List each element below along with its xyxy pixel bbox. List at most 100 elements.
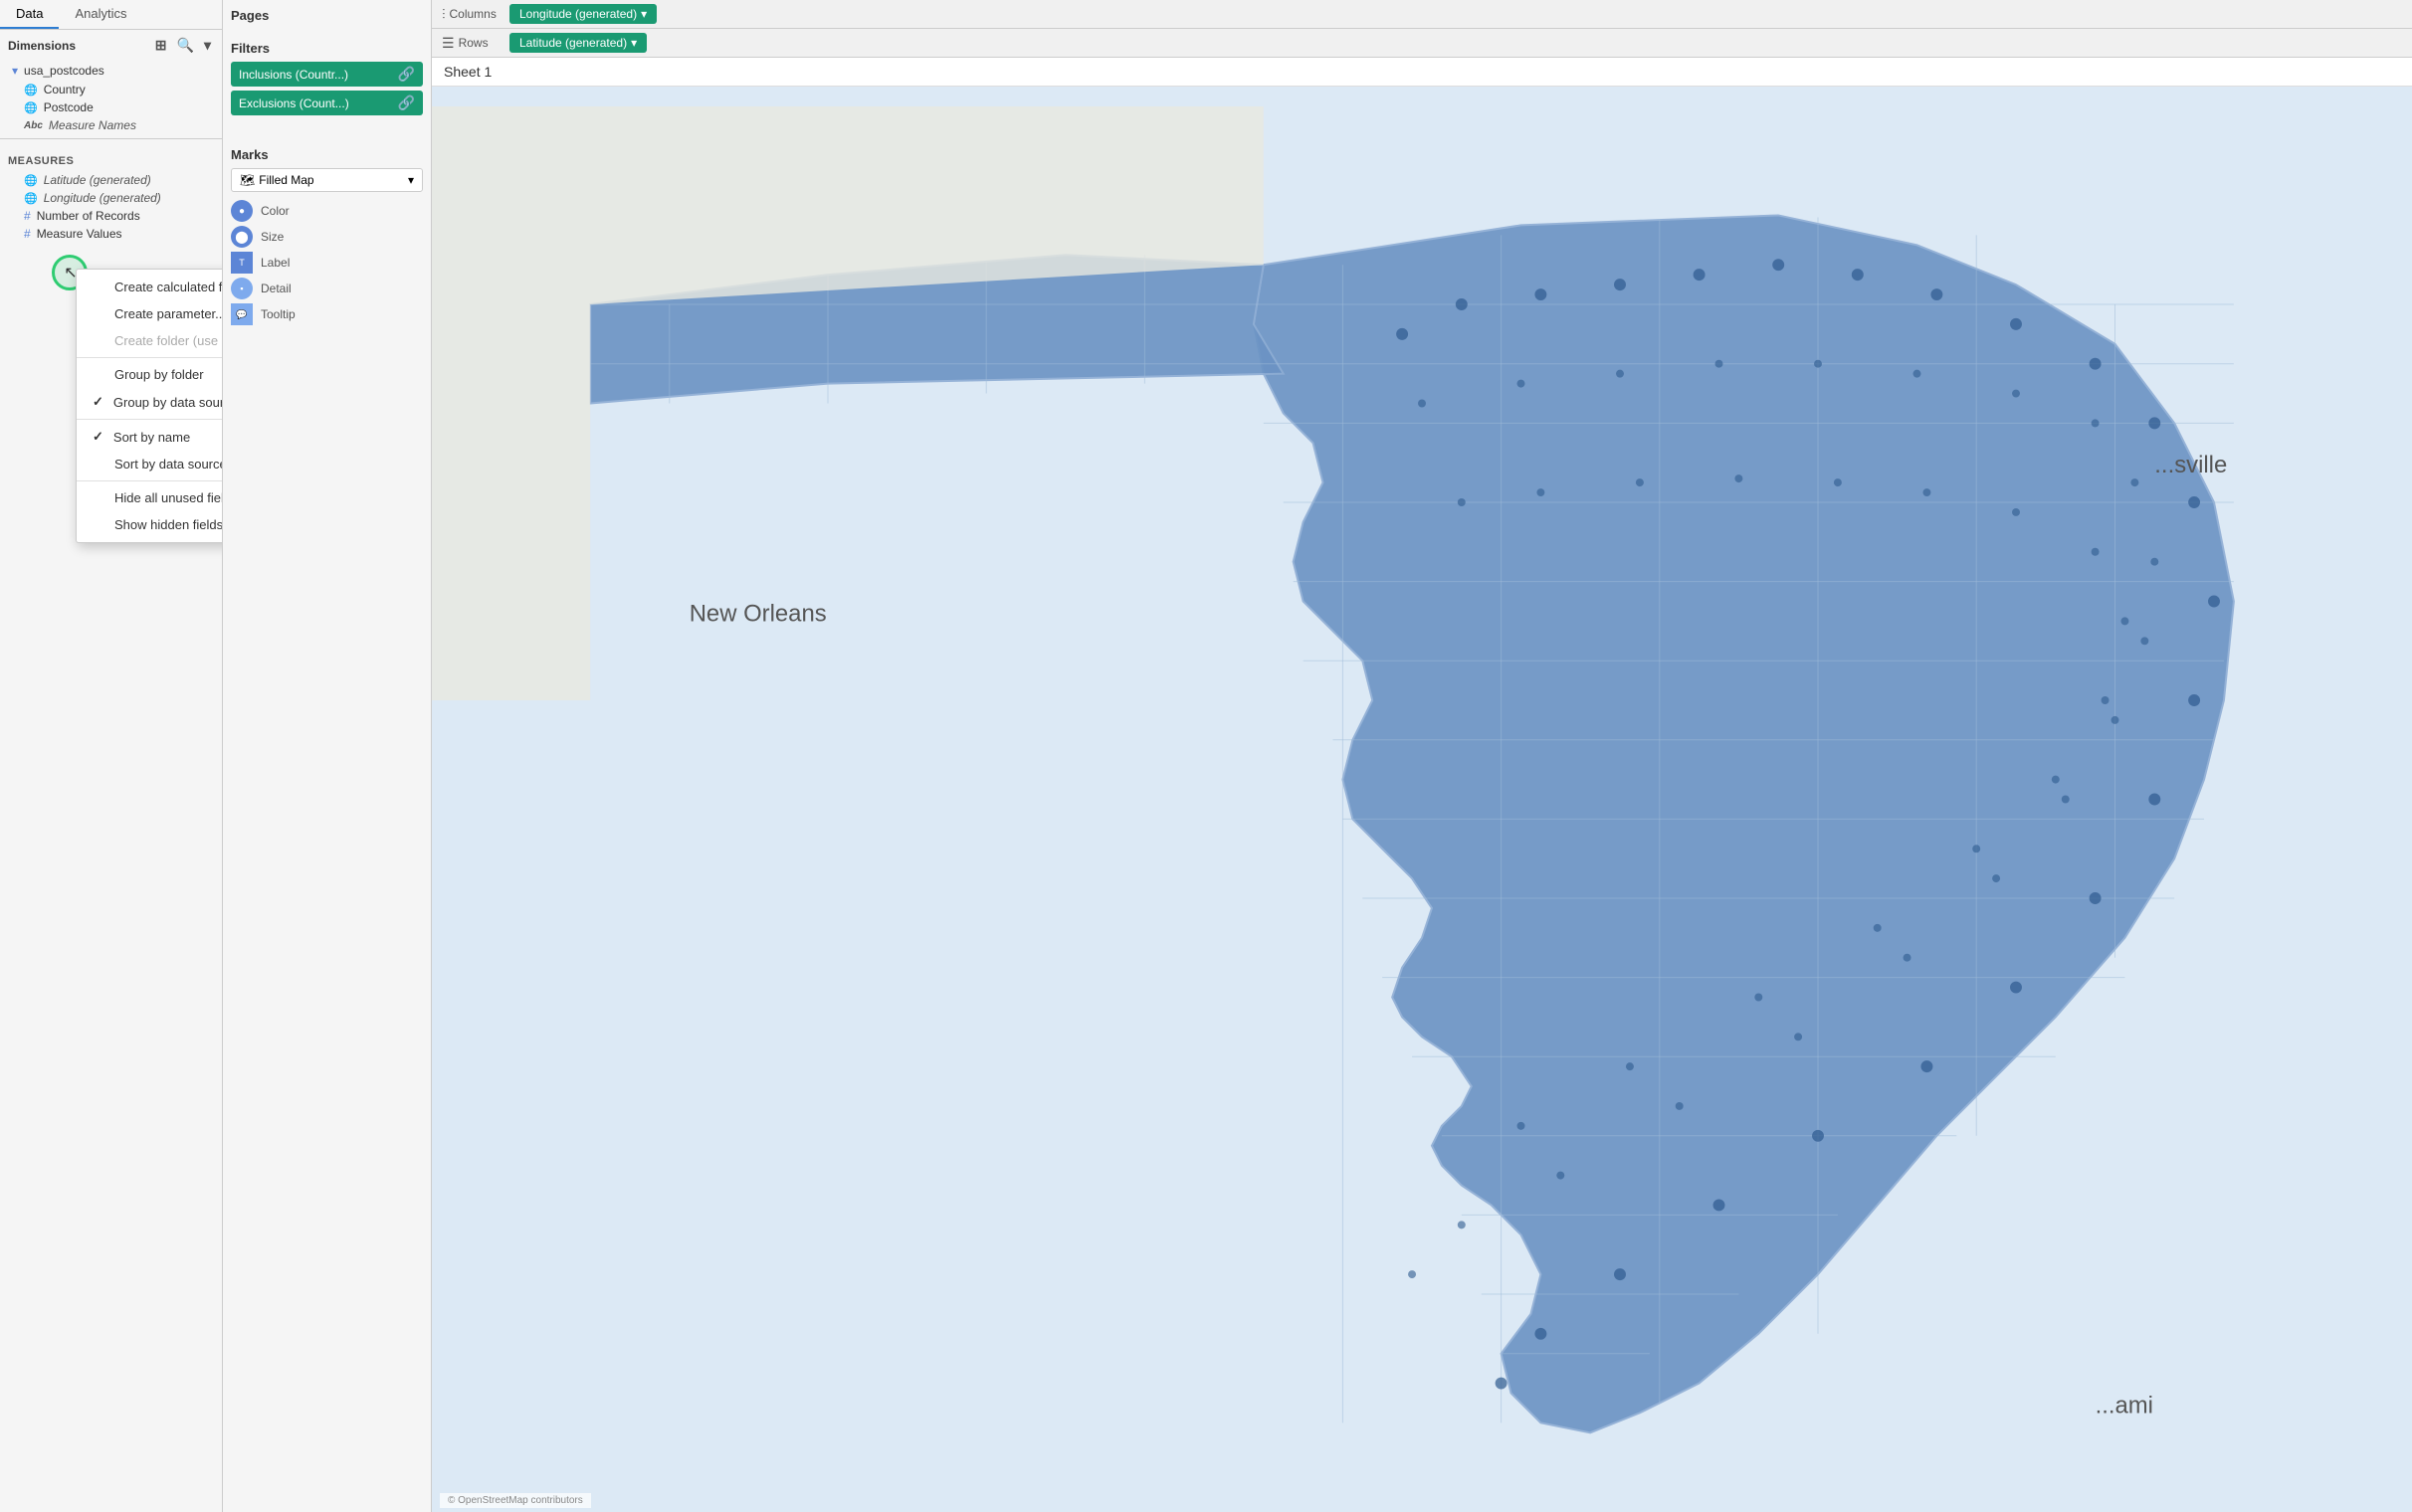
- columns-pill[interactable]: Longitude (generated) ▾: [509, 4, 657, 24]
- dropdown-icon[interactable]: ▾: [201, 36, 214, 55]
- map-container[interactable]: New Orleans ...sville ...ami © OpenStree…: [432, 87, 2412, 1512]
- menu-create-calculated[interactable]: Create calculated field...: [77, 274, 223, 300]
- left-panel: Data Analytics Dimensions ⊞ 🔍 ▾ ▾ usa_po…: [0, 0, 223, 1512]
- datasource-group[interactable]: ▾ usa_postcodes: [0, 61, 222, 81]
- globe-icon-lat: 🌐: [24, 174, 38, 187]
- columns-pill-text: Longitude (generated): [519, 7, 637, 21]
- marks-section: Marks 🗺 Filled Map ▾ ● Color ⬤ Size T La…: [231, 147, 423, 329]
- columns-pill-chevron: ▾: [641, 7, 647, 21]
- mark-detail-label: Detail: [261, 282, 292, 295]
- tab-analytics[interactable]: Analytics: [59, 0, 142, 29]
- dim-latitude-label: Latitude (generated): [44, 173, 151, 187]
- mark-type-chevron: ▾: [408, 173, 414, 187]
- mark-tooltip-label: Tooltip: [261, 307, 296, 321]
- hash-icon-records: #: [24, 209, 31, 223]
- tab-data[interactable]: Data: [0, 0, 59, 29]
- menu-show-hidden[interactable]: Show hidden fields: [77, 511, 223, 538]
- measures-header: Measures: [0, 151, 222, 171]
- menu-group-by-datasource[interactable]: Group by data source table: [77, 388, 223, 416]
- marks-label: Marks: [231, 147, 423, 162]
- filter-exclusions-link-icon: 🔗: [398, 94, 415, 111]
- dim-longitude[interactable]: 🌐 Longitude (generated): [0, 189, 222, 207]
- dim-postcode[interactable]: 🌐 Postcode: [0, 98, 222, 116]
- hash-icon-values: #: [24, 227, 31, 241]
- rows-label: ☰ Rows: [442, 35, 502, 52]
- datasource-name: usa_postcodes: [24, 64, 104, 78]
- dim-country[interactable]: 🌐 Country: [0, 81, 222, 98]
- mark-color-row: ● Color: [231, 200, 423, 222]
- dim-measure-names[interactable]: Abc Measure Names: [0, 116, 222, 134]
- filter-inclusions[interactable]: Inclusions (Countr...) 🔗: [231, 62, 423, 87]
- mark-tooltip-icon[interactable]: 💬: [231, 303, 253, 325]
- grid-view-icon[interactable]: ⊞: [152, 36, 170, 55]
- mark-tooltip-row: 💬 Tooltip: [231, 303, 423, 325]
- map-svg: New Orleans ...sville ...ami: [432, 87, 2412, 1512]
- mark-color-label: Color: [261, 204, 290, 218]
- menu-sort-by-datasource[interactable]: Sort by data source order: [77, 451, 223, 477]
- menu-create-folder-label: Create folder (use group by folder): [114, 333, 223, 348]
- rows-pill-text: Latitude (generated): [519, 36, 627, 50]
- dim-measure-values[interactable]: # Measure Values: [0, 225, 222, 243]
- menu-group-by-datasource-label: Group by data source table: [113, 395, 223, 410]
- center-panel: Pages Filters Inclusions (Countr...) 🔗 E…: [223, 0, 432, 1512]
- dim-num-records[interactable]: # Number of Records: [0, 207, 222, 225]
- context-menu: Create calculated field... Create parame…: [76, 269, 223, 543]
- menu-show-hidden-label: Show hidden fields: [114, 517, 223, 532]
- columns-shelf: ⫶ Columns Longitude (generated) ▾: [432, 0, 2412, 29]
- menu-sort-by-name[interactable]: Sort by name: [77, 423, 223, 451]
- dimensions-header: Dimensions ⊞ 🔍 ▾: [0, 30, 222, 61]
- dim-longitude-label: Longitude (generated): [44, 191, 161, 205]
- mark-size-icon[interactable]: ⬤: [231, 226, 253, 248]
- menu-create-parameter-label: Create parameter...: [114, 306, 223, 321]
- menu-create-calculated-label: Create calculated field...: [114, 280, 223, 294]
- menu-hide-unused-label: Hide all unused fields: [114, 490, 223, 505]
- filter-exclusions-text: Exclusions (Count...): [239, 96, 349, 110]
- mark-type-selector[interactable]: 🗺 Filled Map ▾: [231, 168, 423, 192]
- svg-text:New Orleans: New Orleans: [690, 600, 827, 627]
- menu-hide-unused[interactable]: Hide all unused fields: [77, 484, 223, 511]
- dim-latitude[interactable]: 🌐 Latitude (generated): [0, 171, 222, 189]
- dimensions-icons: ⊞ 🔍 ▾: [152, 36, 214, 55]
- filter-inclusions-text: Inclusions (Countr...): [239, 68, 348, 82]
- rows-pill-chevron: ▾: [631, 36, 637, 50]
- dim-country-label: Country: [44, 83, 86, 96]
- mark-size-label: Size: [261, 230, 284, 244]
- map-footer: © OpenStreetMap contributors: [440, 1493, 591, 1508]
- dim-postcode-label: Postcode: [44, 100, 94, 114]
- mark-detail-row: ▪ Detail: [231, 278, 423, 299]
- pages-section: Pages: [231, 8, 423, 29]
- menu-create-parameter[interactable]: Create parameter...: [77, 300, 223, 327]
- globe-icon-country: 🌐: [24, 84, 38, 96]
- menu-group-by-folder-label: Group by folder: [114, 367, 204, 382]
- filter-inclusions-link-icon: 🔗: [398, 66, 415, 83]
- filters-section: Filters Inclusions (Countr...) 🔗 Exclusi…: [231, 41, 423, 119]
- filters-label: Filters: [231, 41, 423, 56]
- right-panel: ⫶ Columns Longitude (generated) ▾ ☰ Rows…: [432, 0, 2412, 1512]
- menu-sort-by-datasource-label: Sort by data source order: [114, 457, 223, 472]
- dim-measure-values-label: Measure Values: [37, 227, 122, 241]
- svg-text:...sville: ...sville: [2154, 452, 2227, 478]
- search-icon[interactable]: 🔍: [174, 36, 197, 55]
- mark-detail-icon[interactable]: ▪: [231, 278, 253, 299]
- mark-label-icon[interactable]: T: [231, 252, 253, 274]
- columns-label: ⫶ Columns: [442, 6, 502, 23]
- columns-label-text: Columns: [450, 7, 497, 21]
- datasource-icon: ▾: [12, 64, 18, 78]
- panel-tabs: Data Analytics: [0, 0, 222, 30]
- rows-shelf: ☰ Rows Latitude (generated) ▾: [432, 29, 2412, 58]
- abc-icon: Abc: [24, 120, 43, 131]
- mark-label-label: Label: [261, 256, 290, 270]
- rows-label-text: Rows: [459, 36, 489, 50]
- menu-group-by-folder[interactable]: Group by folder: [77, 361, 223, 388]
- rows-pill[interactable]: Latitude (generated) ▾: [509, 33, 647, 53]
- dimensions-label: Dimensions: [8, 39, 76, 53]
- map-icon: 🗺: [240, 173, 255, 187]
- filter-exclusions[interactable]: Exclusions (Count...) 🔗: [231, 91, 423, 115]
- menu-sort-by-name-label: Sort by name: [113, 430, 190, 445]
- pages-label: Pages: [231, 8, 423, 23]
- globe-icon-postcode: 🌐: [24, 101, 38, 114]
- mark-color-icon[interactable]: ●: [231, 200, 253, 222]
- svg-text:...ami: ...ami: [2096, 1392, 2153, 1418]
- dim-measure-names-label: Measure Names: [49, 118, 136, 132]
- mark-type-label: Filled Map: [259, 173, 313, 187]
